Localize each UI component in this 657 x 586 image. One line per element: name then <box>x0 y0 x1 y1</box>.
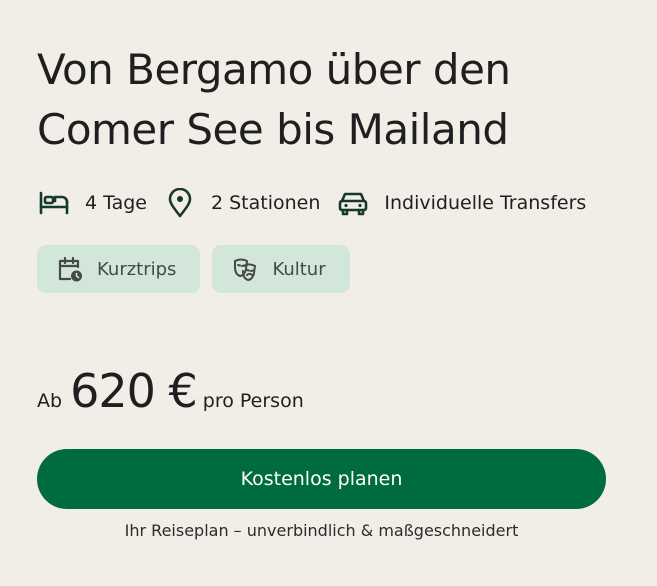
feature-transfers: Individuelle Transfers <box>336 186 586 220</box>
location-pin-icon <box>163 186 197 220</box>
trip-title-line-2: Comer See bis Mailand <box>37 105 509 154</box>
feature-stations: 2 Stationen <box>163 186 320 220</box>
tag-kultur[interactable]: Kultur <box>212 245 350 293</box>
price-suffix: pro Person <box>202 390 304 412</box>
trip-title: Von Bergamo über den Comer See bis Maila… <box>37 40 637 160</box>
trip-card: Von Bergamo über den Comer See bis Maila… <box>0 0 657 586</box>
feature-duration-label: 4 Tage <box>85 192 147 214</box>
trip-tags: Kurztrips Kultur <box>37 245 362 293</box>
calendar-clock-icon <box>57 256 83 282</box>
theater-masks-icon <box>232 256 258 282</box>
feature-duration: 4 Tage <box>37 186 147 220</box>
tag-kurztrips-label: Kurztrips <box>97 258 177 280</box>
cta-note: Ihr Reiseplan – unverbindlich & maßgesch… <box>124 521 519 540</box>
car-icon <box>336 186 370 220</box>
trip-features: 4 Tage 2 Stationen Individuelle Transfer… <box>37 186 602 220</box>
trip-title-line-1: Von Bergamo über den <box>37 45 511 94</box>
bed-icon <box>37 186 71 220</box>
feature-transfers-label: Individuelle Transfers <box>384 192 587 214</box>
price-prefix: Ab <box>37 390 63 412</box>
tag-kurztrips[interactable]: Kurztrips <box>37 245 201 293</box>
plan-trip-button[interactable]: Kostenlos planen <box>37 449 606 509</box>
price-amount: 620 € <box>70 364 198 418</box>
tag-kultur-label: Kultur <box>272 258 326 280</box>
price-block: Ab 620 € pro Person <box>37 364 304 418</box>
feature-stations-label: 2 Stationen <box>210 192 321 214</box>
